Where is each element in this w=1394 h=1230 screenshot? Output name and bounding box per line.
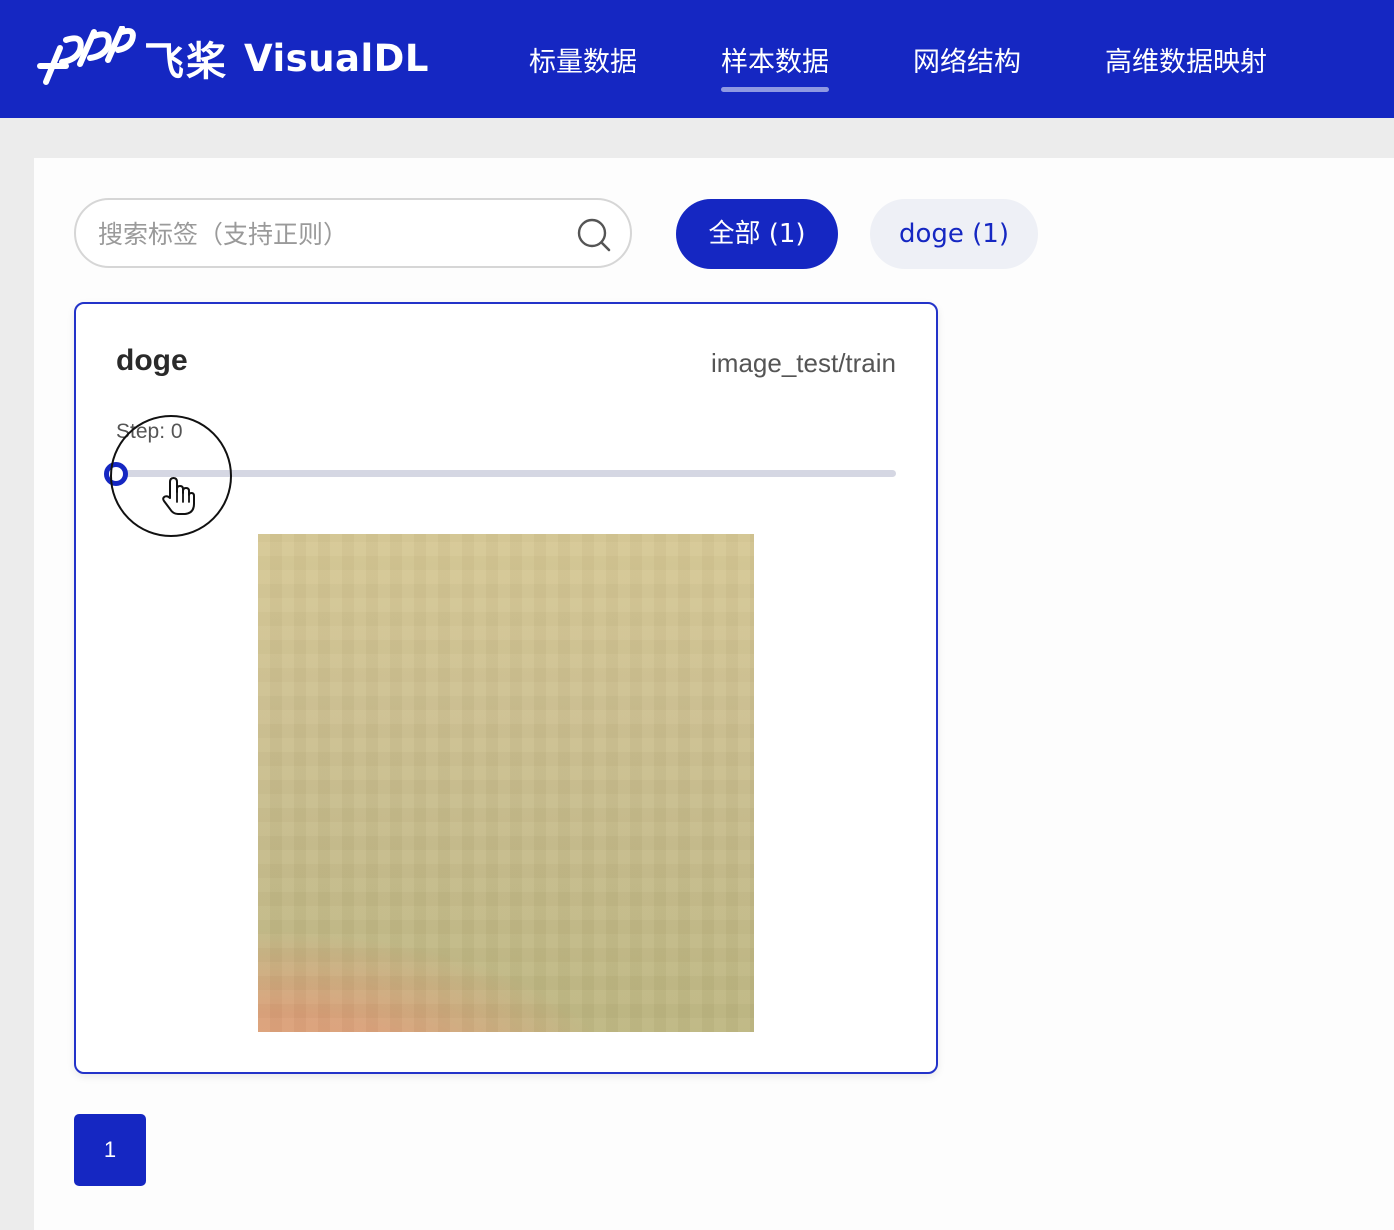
card-run-name: image_test/train (711, 348, 896, 378)
tag-search-input[interactable] (96, 200, 570, 268)
nav-scalar[interactable]: 标量数据 (529, 40, 637, 79)
visualdl-page: 飞桨 VisualDL 标量数据 样本数据 网络结构 高维数据映射 全部 (1)… (0, 0, 1394, 1230)
nav-samples[interactable]: 样本数据 (721, 40, 829, 92)
card-title: doge (116, 344, 188, 377)
top-header: 飞桨 VisualDL 标量数据 样本数据 网络结构 高维数据映射 (0, 0, 1394, 118)
paddle-logo-icon (37, 26, 136, 85)
content-panel: 全部 (1) doge (1) doge image_test/train St… (34, 158, 1394, 1230)
search-icon[interactable] (576, 217, 612, 253)
sample-image (258, 534, 754, 1032)
step-label: Step: 0 (116, 420, 183, 443)
step-slider-track[interactable] (116, 470, 896, 477)
sample-card: doge image_test/train Step: 0 (74, 302, 938, 1074)
nav-high-dimensional[interactable]: 高维数据映射 (1105, 40, 1267, 79)
nav-graph[interactable]: 网络结构 (913, 40, 1021, 79)
brand-name-en: VisualDL (244, 36, 429, 80)
pagination-page-1[interactable]: 1 (74, 1114, 146, 1186)
tag-doge[interactable]: doge (1) (870, 199, 1038, 269)
step-slider-thumb[interactable] (104, 462, 128, 486)
brand-name-cn: 飞桨 (144, 39, 228, 85)
tag-search-box (74, 198, 632, 268)
tag-all[interactable]: 全部 (1) (676, 199, 838, 269)
brand-logo[interactable]: 飞桨 VisualDL (36, 26, 429, 90)
